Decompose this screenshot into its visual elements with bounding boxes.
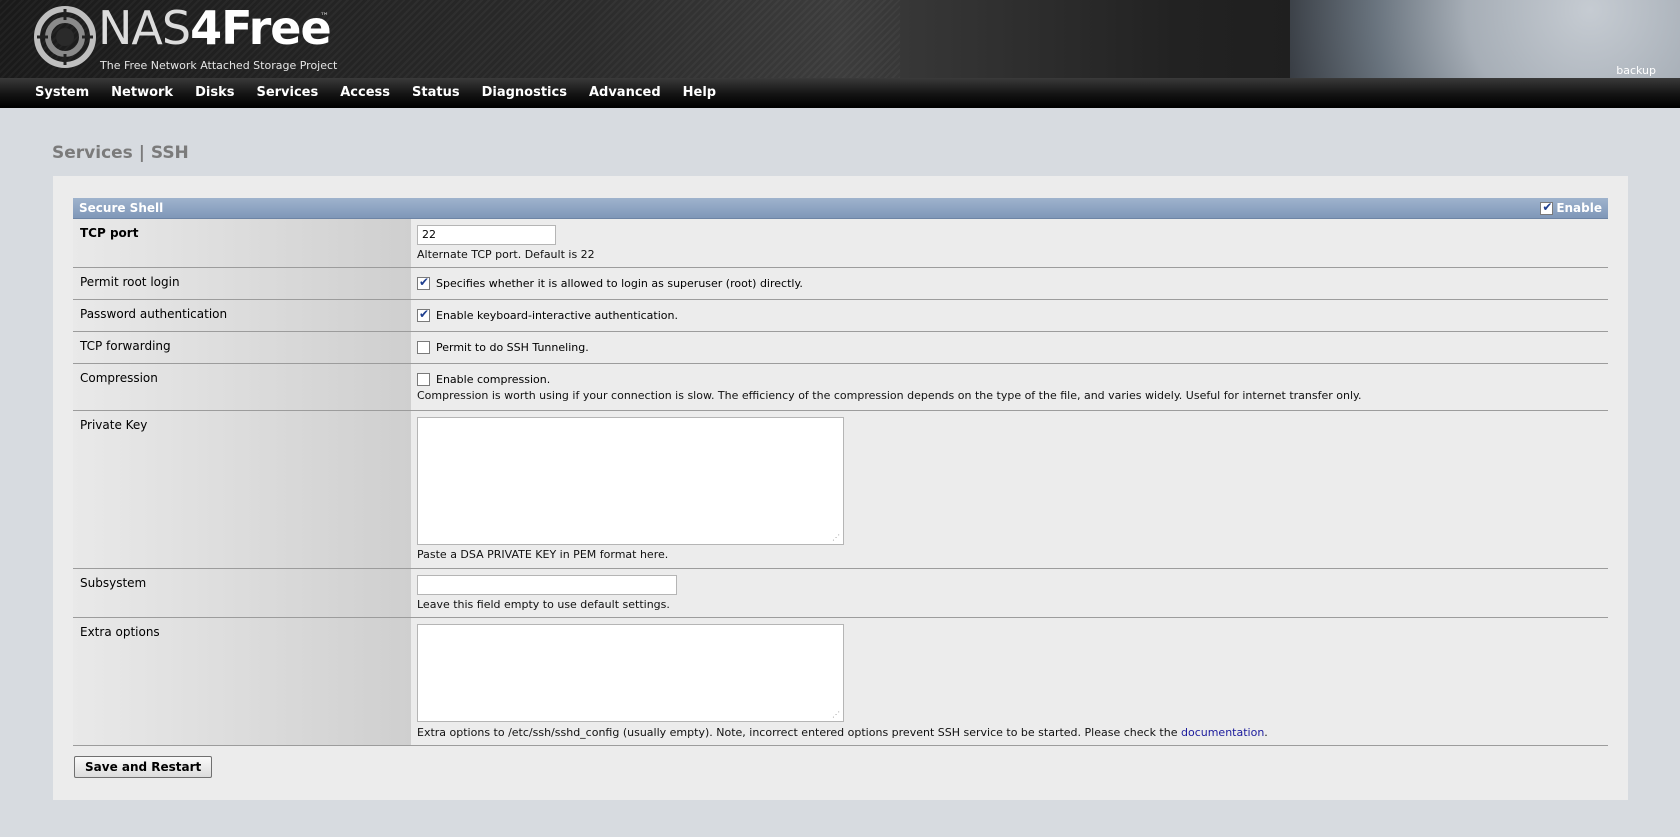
nav-help[interactable]: Help <box>683 78 716 108</box>
enable-checkbox[interactable] <box>1540 200 1554 215</box>
nav-access[interactable]: Access <box>340 78 390 108</box>
tcp-port-input[interactable]: 22 <box>417 225 556 245</box>
extra-options-textarea[interactable]: ⋰ <box>417 624 844 722</box>
enable-toggle[interactable]: Enable <box>1540 200 1602 215</box>
logo-trademark: ™ <box>320 12 329 22</box>
ssh-settings-form: Secure Shell Enable TCP port 22 Alternat… <box>73 198 1608 746</box>
compression-text: Enable compression. <box>436 373 551 386</box>
row-compression: Compression Enable compression. Compress… <box>73 364 1608 411</box>
private-key-desc: Paste a DSA PRIVATE KEY in PEM format he… <box>417 548 669 561</box>
password-auth-checkbox[interactable] <box>417 307 430 322</box>
permit-root-label: Permit root login <box>73 268 411 299</box>
nav-system[interactable]: System <box>35 78 89 108</box>
subsystem-input[interactable] <box>417 575 677 595</box>
row-tcp-port: TCP port 22 Alternate TCP port. Default … <box>73 219 1608 268</box>
private-key-textarea[interactable]: ⋰ <box>417 417 844 545</box>
nav-status[interactable]: Status <box>412 78 460 108</box>
subsystem-desc: Leave this field empty to use default se… <box>417 598 670 611</box>
private-key-label: Private Key <box>73 411 411 568</box>
resize-grip-icon[interactable]: ⋰ <box>832 533 840 542</box>
main-nav: System Network Disks Services Access Sta… <box>0 78 1680 108</box>
compression-label: Compression <box>73 364 411 410</box>
permit-root-checkbox[interactable] <box>417 275 430 290</box>
nav-network[interactable]: Network <box>111 78 173 108</box>
nav-disks[interactable]: Disks <box>195 78 234 108</box>
nav-advanced[interactable]: Advanced <box>589 78 661 108</box>
password-auth-label: Password authentication <box>73 300 411 331</box>
compression-checkbox[interactable] <box>417 373 430 386</box>
subsystem-label: Subsystem <box>73 569 411 617</box>
permit-root-text: Specifies whether it is allowed to login… <box>436 277 803 290</box>
nav-diagnostics[interactable]: Diagnostics <box>482 78 567 108</box>
section-title: Secure Shell <box>79 201 164 215</box>
tcp-port-desc: Alternate TCP port. Default is 22 <box>417 248 595 261</box>
logo-wordmark: NAS4Free <box>98 1 332 55</box>
compression-desc: Compression is worth using if your conne… <box>417 389 1362 402</box>
row-private-key: Private Key ⋰ Paste a DSA PRIVATE KEY in… <box>73 411 1608 569</box>
documentation-link[interactable]: documentation <box>1181 726 1264 739</box>
row-extra-options: Extra options ⋰ Extra options to /etc/ss… <box>73 618 1608 746</box>
nas4free-logo-icon <box>34 6 96 68</box>
tcp-forwarding-text: Permit to do SSH Tunneling. <box>436 341 589 354</box>
hostname-label: backup <box>1616 64 1656 77</box>
save-and-restart-button[interactable]: Save and Restart <box>74 756 213 778</box>
row-subsystem: Subsystem Leave this field empty to use … <box>73 569 1608 618</box>
extra-options-label: Extra options <box>73 618 411 745</box>
extra-options-desc: Extra options to /etc/ssh/sshd_config (u… <box>417 726 1268 739</box>
row-permit-root: Permit root login Specifies whether it i… <box>73 268 1608 300</box>
enable-label: Enable <box>1556 201 1602 215</box>
tcp-port-label: TCP port <box>73 219 411 267</box>
content-panel: Secure Shell Enable TCP port 22 Alternat… <box>53 176 1628 800</box>
tcp-forwarding-checkbox[interactable] <box>417 341 430 354</box>
nav-services[interactable]: Services <box>256 78 318 108</box>
page-title: Services | SSH <box>52 143 189 163</box>
row-tcp-forwarding: TCP forwarding Permit to do SSH Tunnelin… <box>73 332 1608 364</box>
resize-grip-icon[interactable]: ⋰ <box>832 710 840 719</box>
section-header: Secure Shell Enable <box>73 198 1608 219</box>
row-password-auth: Password authentication Enable keyboard-… <box>73 300 1608 332</box>
tcp-forwarding-label: TCP forwarding <box>73 332 411 363</box>
logo-tagline: The Free Network Attached Storage Projec… <box>100 59 338 72</box>
header-banner: NAS4Free ™ The Free Network Attached Sto… <box>0 0 1680 78</box>
password-auth-text: Enable keyboard-interactive authenticati… <box>436 309 678 322</box>
